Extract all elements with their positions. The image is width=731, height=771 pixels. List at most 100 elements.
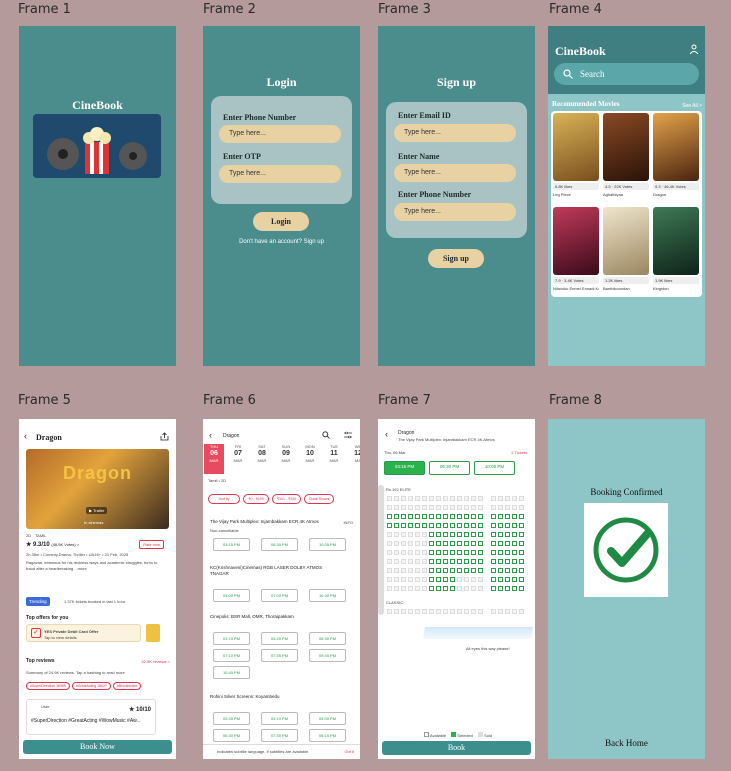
- date-chip[interactable]: SUN 09 MAR: [276, 444, 296, 474]
- back-arrow-icon[interactable]: ‹: [24, 431, 27, 441]
- seat[interactable]: [401, 586, 406, 591]
- date-chip[interactable]: TUE 11 MAR: [324, 444, 344, 474]
- phone-field[interactable]: Type here...: [219, 125, 341, 143]
- seat[interactable]: [505, 550, 510, 555]
- filter-icon[interactable]: [344, 431, 352, 439]
- search-input[interactable]: Search: [554, 63, 699, 85]
- vote-count[interactable]: (46.5K Votes) >: [51, 542, 79, 547]
- seat[interactable]: [408, 577, 413, 582]
- showtime-button[interactable]: 07:30 PM: [261, 729, 298, 742]
- seat[interactable]: [464, 568, 469, 573]
- seat[interactable]: [436, 505, 441, 510]
- seat[interactable]: [387, 577, 392, 582]
- seat[interactable]: [422, 505, 427, 510]
- seat[interactable]: [512, 559, 517, 564]
- seat[interactable]: [401, 577, 406, 582]
- seat[interactable]: [450, 496, 455, 501]
- seat[interactable]: [408, 609, 413, 614]
- seat[interactable]: [519, 559, 524, 564]
- seat[interactable]: [512, 505, 517, 510]
- seat[interactable]: [498, 559, 503, 564]
- showtime-button[interactable]: 04:10 PM: [261, 712, 298, 725]
- seat[interactable]: [478, 541, 483, 546]
- seat[interactable]: [512, 514, 517, 519]
- movie-card[interactable]: 1.9K likes Kingston: [653, 207, 699, 291]
- showtime-button[interactable]: 10:05 PM: [309, 538, 346, 551]
- seat[interactable]: [422, 514, 427, 519]
- seat[interactable]: [457, 559, 462, 564]
- date-chip[interactable]: FRI 07 MAR: [228, 444, 248, 474]
- seat[interactable]: [457, 586, 462, 591]
- seat[interactable]: [457, 523, 462, 528]
- seat[interactable]: [450, 568, 455, 573]
- seat[interactable]: [491, 496, 496, 501]
- seat[interactable]: [422, 532, 427, 537]
- seat[interactable]: [415, 532, 420, 537]
- seat[interactable]: [457, 577, 462, 582]
- seat[interactable]: [401, 514, 406, 519]
- seat[interactable]: [464, 496, 469, 501]
- seat[interactable]: [491, 550, 496, 555]
- seat[interactable]: [401, 550, 406, 555]
- price-filter-chip[interactable]: ₹0 - ₹100: [243, 494, 269, 504]
- showtime-button[interactable]: 05:00 PM: [309, 712, 346, 725]
- signup-link[interactable]: Don't have an account? Sign up: [203, 239, 360, 245]
- seat[interactable]: [422, 609, 427, 614]
- seat[interactable]: [491, 514, 496, 519]
- seat[interactable]: [491, 577, 496, 582]
- seat[interactable]: [387, 496, 392, 501]
- showtime-button[interactable]: 10:40 PM: [213, 666, 250, 679]
- seat[interactable]: [519, 609, 524, 614]
- seat[interactable]: [443, 559, 448, 564]
- showtime-button[interactable]: 06:30 PM: [213, 729, 250, 742]
- hashtag-chip[interactable]: #Blockbuster: [112, 682, 142, 690]
- seat[interactable]: [519, 523, 524, 528]
- seat[interactable]: [415, 505, 420, 510]
- showtime-button[interactable]: 03:00 PM: [213, 589, 250, 602]
- seat[interactable]: [457, 532, 462, 537]
- theatre-name[interactable]: KC(Krishnaveni)Cinemas) RGB LASER DOLBY …: [210, 565, 330, 577]
- seat[interactable]: [478, 505, 483, 510]
- seat[interactable]: [429, 550, 434, 555]
- showtime-chip[interactable]: 06:30 PM: [429, 461, 470, 475]
- seat[interactable]: [498, 586, 503, 591]
- seat[interactable]: [408, 550, 413, 555]
- seat[interactable]: [387, 505, 392, 510]
- seat[interactable]: [436, 532, 441, 537]
- trailer-button[interactable]: ▶ Trailer: [86, 507, 108, 514]
- seat[interactable]: [387, 523, 392, 528]
- seat[interactable]: [436, 523, 441, 528]
- sort-chip[interactable]: Sort by: [208, 494, 240, 504]
- close-shows-chip[interactable]: Close Shows: [304, 494, 334, 504]
- seat[interactable]: [401, 559, 406, 564]
- seat[interactable]: [394, 609, 399, 614]
- seat[interactable]: [450, 559, 455, 564]
- seat[interactable]: [457, 505, 462, 510]
- seat[interactable]: [491, 609, 496, 614]
- back-arrow-icon[interactable]: ‹: [209, 430, 212, 440]
- scrollbar[interactable]: [378, 485, 384, 615]
- seat[interactable]: [408, 514, 413, 519]
- seat[interactable]: [478, 514, 483, 519]
- seat[interactable]: [519, 568, 524, 573]
- share-icon[interactable]: [160, 432, 169, 441]
- movie-card[interactable]: 6.8K likes Leg Piece: [553, 113, 599, 197]
- seat[interactable]: [422, 586, 427, 591]
- seat[interactable]: [505, 532, 510, 537]
- seat[interactable]: [450, 586, 455, 591]
- seat[interactable]: [415, 586, 420, 591]
- seat[interactable]: [471, 541, 476, 546]
- showtime-button[interactable]: 06:30 PM: [309, 632, 346, 645]
- seat[interactable]: [505, 568, 510, 573]
- seat[interactable]: [512, 523, 517, 528]
- seat[interactable]: [457, 496, 462, 501]
- offer-card[interactable]: YES Private Debit Card Offer Tap to view…: [26, 624, 141, 642]
- movie-card[interactable]: 7.9 · 3.4K Votes Nilavuku Enmel Ennadi K…: [553, 207, 599, 291]
- seat[interactable]: [422, 577, 427, 582]
- seat[interactable]: [471, 559, 476, 564]
- info-link[interactable]: INFO: [343, 520, 353, 525]
- seat[interactable]: [436, 514, 441, 519]
- seat[interactable]: [519, 586, 524, 591]
- book-button[interactable]: Book: [382, 741, 531, 755]
- seat[interactable]: [429, 541, 434, 546]
